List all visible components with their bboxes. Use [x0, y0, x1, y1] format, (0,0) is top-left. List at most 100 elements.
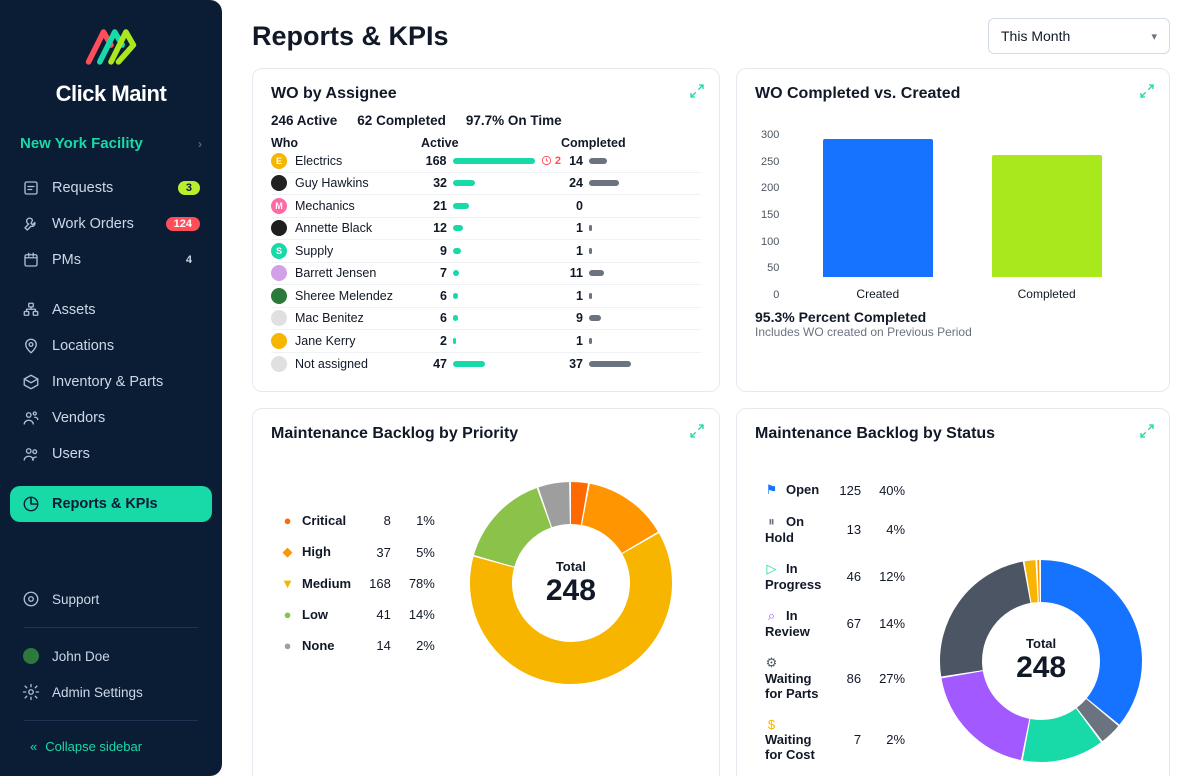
legend-count: 86: [831, 648, 869, 708]
expand-icon[interactable]: [1139, 423, 1155, 444]
locations-icon: [22, 337, 40, 355]
total-label: Total: [556, 559, 586, 574]
active-count: 9: [421, 244, 447, 258]
legend-count: 41: [361, 600, 399, 629]
sidebar-item-vendors[interactable]: Vendors: [10, 400, 212, 436]
active-count: 32: [421, 176, 447, 190]
active-bar: [453, 158, 535, 164]
priority-icon: ◆: [281, 544, 294, 560]
y-tick: 50: [761, 262, 779, 274]
status-icon: ⚙: [765, 655, 778, 671]
sidebar-item-assets[interactable]: Assets: [10, 292, 212, 328]
sidebar-item-requests[interactable]: Requests3: [10, 170, 212, 206]
assignee-name: Electrics: [295, 154, 342, 168]
avatar: S: [271, 243, 287, 259]
legend-name: Critical: [302, 513, 346, 528]
col-completed: Completed: [561, 136, 701, 150]
active-bar: [453, 315, 458, 321]
active-bar: [453, 338, 456, 344]
facility-selector[interactable]: New York Facility ›: [0, 125, 222, 166]
nav-label: Work Orders: [52, 216, 134, 232]
percent-completed: 95.3% Percent Completed: [755, 309, 1151, 325]
y-axis: 300250200150100500: [761, 129, 779, 301]
avatar: [271, 175, 287, 191]
expand-icon[interactable]: [689, 83, 705, 104]
inventory-icon: [22, 373, 40, 391]
completed-count: 24: [561, 176, 583, 190]
y-tick: 200: [761, 182, 779, 194]
legend-count: 125: [831, 475, 869, 505]
sidebar-item-locations[interactable]: Locations: [10, 328, 212, 364]
total-label: Total: [1026, 636, 1056, 651]
summary-completed: 62 Completed: [357, 113, 446, 128]
logo-icon: [18, 22, 204, 75]
assignee-name: Jane Kerry: [295, 334, 355, 348]
active-count: 7: [421, 266, 447, 280]
sidebar-item-reports[interactable]: Reports & KPIs: [10, 486, 212, 522]
completed-count: 1: [561, 244, 583, 258]
table-row: Annette Black 12 1: [271, 218, 701, 241]
work-orders-icon: [22, 215, 40, 233]
sidebar-item-support[interactable]: Support: [10, 581, 212, 617]
active-count: 6: [421, 311, 447, 325]
legend-row: ▷In Progress4612%: [757, 554, 913, 599]
legend-name: Waiting for Cost: [765, 732, 815, 762]
completed-bar: [589, 158, 607, 164]
assignee-name: Supply: [295, 244, 333, 258]
legend-row: ●None142%: [273, 631, 443, 660]
legend-count: 7: [831, 710, 869, 769]
badge: 4: [178, 253, 200, 267]
status-icon: ▷: [765, 561, 778, 577]
legend-pct: 27%: [871, 648, 913, 708]
period-select[interactable]: This Month ▾: [988, 18, 1170, 54]
support-icon: [22, 590, 40, 608]
legend-name: Low: [302, 607, 328, 622]
status-icon: $: [765, 717, 778, 732]
sidebar-item-users[interactable]: Users: [10, 436, 212, 472]
completed-bar: [589, 180, 619, 186]
gear-icon: [22, 683, 40, 701]
active-bar: [453, 180, 475, 186]
priority-icon: ●: [281, 513, 294, 528]
bar: [992, 155, 1102, 277]
logo: Click Maint: [0, 22, 222, 125]
bar-label: Created: [856, 287, 899, 301]
sidebar-item-pms[interactable]: PMs4: [10, 242, 212, 278]
sidebar: Click Maint New York Facility › Requests…: [0, 0, 222, 776]
page-title: Reports & KPIs: [252, 21, 449, 52]
sidebar-item-admin[interactable]: Admin Settings: [10, 674, 212, 710]
y-tick: 250: [761, 156, 779, 168]
facility-name: New York Facility: [20, 135, 143, 152]
requests-icon: [22, 179, 40, 197]
table-row: Barrett Jensen 7 11: [271, 263, 701, 286]
active-bar: [453, 225, 463, 231]
priority-icon: ●: [281, 638, 294, 653]
status-icon: ⏸: [765, 514, 778, 530]
total-value: 248: [546, 574, 596, 608]
expand-icon[interactable]: [689, 423, 705, 444]
y-tick: 300: [761, 129, 779, 141]
legend-row: $Waiting for Cost72%: [757, 710, 913, 769]
sidebar-item-work-orders[interactable]: Work Orders124: [10, 206, 212, 242]
expand-icon[interactable]: [1139, 83, 1155, 104]
overdue-badge: 2: [541, 155, 561, 167]
page-header: Reports & KPIs This Month ▾: [252, 18, 1170, 54]
table-row: Mac Benitez 6 9: [271, 308, 701, 331]
legend-row: ⏸On Hold134%: [757, 507, 913, 552]
active-count: 6: [421, 289, 447, 303]
assets-icon: [22, 301, 40, 319]
legend-row: ●Critical81%: [273, 506, 443, 535]
sidebar-item-user[interactable]: John Doe: [10, 638, 212, 674]
user-name: John Doe: [52, 649, 110, 664]
collapse-sidebar[interactable]: « Collapse sidebar: [10, 731, 212, 762]
priority-legend: ●Critical81%◆High375%▼Medium16878%●Low41…: [271, 504, 445, 662]
assignee-table-body: EElectrics 1682 14 Guy Hawkins 32 24 MMe…: [271, 150, 701, 375]
legend-name: Medium: [302, 576, 351, 591]
table-row: Jane Kerry 2 1: [271, 330, 701, 353]
avatar: [271, 265, 287, 281]
sidebar-item-inventory[interactable]: Inventory & Parts: [10, 364, 212, 400]
card-backlog-priority: Maintenance Backlog by Priority ●Critica…: [252, 408, 720, 776]
support-label: Support: [52, 592, 99, 607]
bars-area: CreatedCompleted: [793, 129, 1131, 301]
summary-active: 246 Active: [271, 113, 337, 128]
